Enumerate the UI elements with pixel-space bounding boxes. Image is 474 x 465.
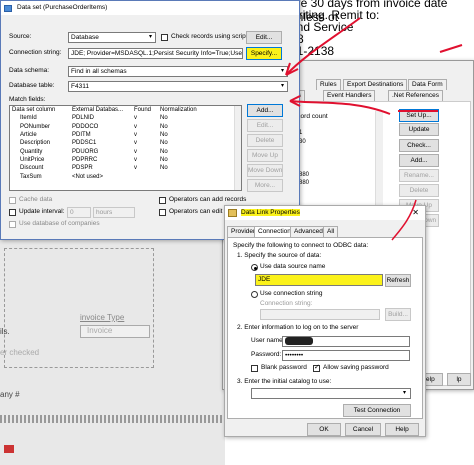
annotation-arrow <box>289 100 391 115</box>
annotation-overlay <box>285 17 463 241</box>
annotation-arrow <box>439 44 463 53</box>
annotation-arrow <box>391 199 417 241</box>
annotation-arrow <box>285 17 361 76</box>
